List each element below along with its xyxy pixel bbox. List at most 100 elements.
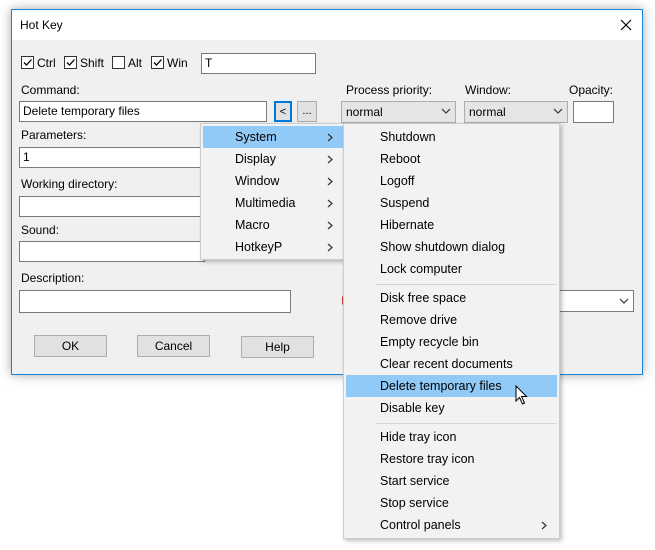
window-title: Hot Key [20,18,63,32]
chevron-down-icon [553,108,563,114]
menu-item-disable-key[interactable]: Disable key [346,397,557,419]
menu-item-start-service[interactable]: Start service [346,470,557,492]
menu-item-restore-tray-icon[interactable]: Restore tray icon [346,448,557,470]
category-menu: System Display Window Multimedia Macro H… [200,123,346,260]
checkmark-icon [153,59,162,66]
menu-item-clear-recent-documents[interactable]: Clear recent documents [346,353,557,375]
parameters-label: Parameters: [21,128,87,142]
chevron-right-icon [327,177,333,186]
command-menu-button[interactable]: < [274,101,292,122]
menu-item-window[interactable]: Window [203,170,343,192]
chevron-down-icon [619,298,629,304]
menu-item-macro[interactable]: Macro [203,214,343,236]
ctrl-checkbox[interactable] [21,56,34,69]
window-label: Window: [465,83,512,97]
parameters-field[interactable]: 1 [19,147,205,168]
description-label: Description: [21,271,85,285]
close-icon [620,19,632,31]
menu-item-label: HotkeyP [235,240,283,254]
menu-separator [376,423,557,424]
menu-item-suspend[interactable]: Suspend [346,192,557,214]
chevron-right-icon [327,155,333,164]
menu-item-label: Logoff [380,174,415,188]
help-button[interactable]: Help [241,336,314,358]
process-priority-select[interactable]: normal [341,101,456,123]
ok-button[interactable]: OK [34,335,107,357]
window-mode-value: normal [469,105,506,119]
menu-item-label: Reboot [380,152,421,166]
shift-checkbox[interactable] [64,56,77,69]
browse-button[interactable]: ... [297,101,317,122]
menu-item-label: Empty recycle bin [380,335,479,349]
menu-item-label: Restore tray icon [380,452,475,466]
description-field[interactable] [19,290,291,313]
menu-item-label: Show shutdown dialog [380,240,506,254]
checkmark-icon [23,59,32,66]
working-directory-label: Working directory: [21,177,118,191]
menu-item-remove-drive[interactable]: Remove drive [346,309,557,331]
chevron-right-icon [327,243,333,252]
menu-item-label: Display [235,152,276,166]
win-checkbox[interactable] [151,56,164,69]
menu-item-label: Delete temporary files [380,379,502,393]
process-priority-value: normal [346,105,383,119]
menu-item-label: Macro [235,218,270,232]
menu-item-display[interactable]: Display [203,148,343,170]
menu-item-label: System [235,130,277,144]
command-field[interactable]: Delete temporary files [19,101,267,122]
window-mode-select[interactable]: normal [464,101,568,123]
menu-item-label: Window [235,174,280,188]
menu-item-label: Clear recent documents [380,357,513,371]
menu-item-label: Disable key [380,401,445,415]
win-label: Win [167,56,188,70]
system-submenu: Shutdown Reboot Logoff Suspend Hibernate… [343,123,560,539]
alt-label: Alt [128,56,143,70]
menu-item-stop-service[interactable]: Stop service [346,492,557,514]
menu-item-show-shutdown-dialog[interactable]: Show shutdown dialog [346,236,557,258]
menu-item-lock-computer[interactable]: Lock computer [346,258,557,280]
sound-field[interactable] [19,241,205,262]
chevron-right-icon [327,133,333,142]
chevron-down-icon [441,108,451,114]
sound-label: Sound: [21,223,60,237]
menu-item-label: Disk free space [380,291,467,305]
menu-item-label: Control panels [380,518,461,532]
menu-item-hibernate[interactable]: Hibernate [346,214,557,236]
command-label: Command: [21,83,80,97]
close-button[interactable] [610,10,642,40]
working-directory-field[interactable] [19,196,205,217]
shift-label: Shift [80,56,105,70]
menu-item-multimedia[interactable]: Multimedia [203,192,343,214]
menu-item-label: Stop service [380,496,449,510]
menu-item-label: Start service [380,474,450,488]
ctrl-label: Ctrl [37,56,56,70]
menu-item-system[interactable]: System [203,126,343,148]
chevron-right-icon [327,221,333,230]
hidden-dropdown[interactable] [557,290,634,312]
chevron-right-icon [327,199,333,208]
alt-checkbox[interactable] [112,56,125,69]
cancel-button[interactable]: Cancel [137,335,210,357]
menu-item-reboot[interactable]: Reboot [346,148,557,170]
menu-item-hotkeyp[interactable]: HotkeyP [203,236,343,258]
opacity-label: Opacity: [569,83,614,97]
menu-item-label: Multimedia [235,196,296,210]
menu-item-delete-temporary-files[interactable]: Delete temporary files [346,375,557,405]
menu-item-label: Remove drive [380,313,458,327]
menu-item-logoff[interactable]: Logoff [346,170,557,192]
menu-item-control-panels[interactable]: Control panels [346,514,557,536]
menu-item-label: Shutdown [380,130,436,144]
menu-item-label: Suspend [380,196,430,210]
process-priority-label: Process priority: [346,83,433,97]
title-bar[interactable]: Hot Key [12,10,642,40]
menu-item-label: Lock computer [380,262,462,276]
menu-item-hide-tray-icon[interactable]: Hide tray icon [346,426,557,448]
checkmark-icon [66,59,75,66]
menu-item-shutdown[interactable]: Shutdown [346,126,557,148]
menu-item-label: Hibernate [380,218,435,232]
menu-item-label: Hide tray icon [380,430,457,444]
menu-item-empty-recycle-bin[interactable]: Empty recycle bin [346,331,557,353]
menu-item-disk-free-space[interactable]: Disk free space [346,287,557,309]
hotkey-key-field[interactable]: T [201,53,316,74]
opacity-field[interactable] [573,101,614,123]
